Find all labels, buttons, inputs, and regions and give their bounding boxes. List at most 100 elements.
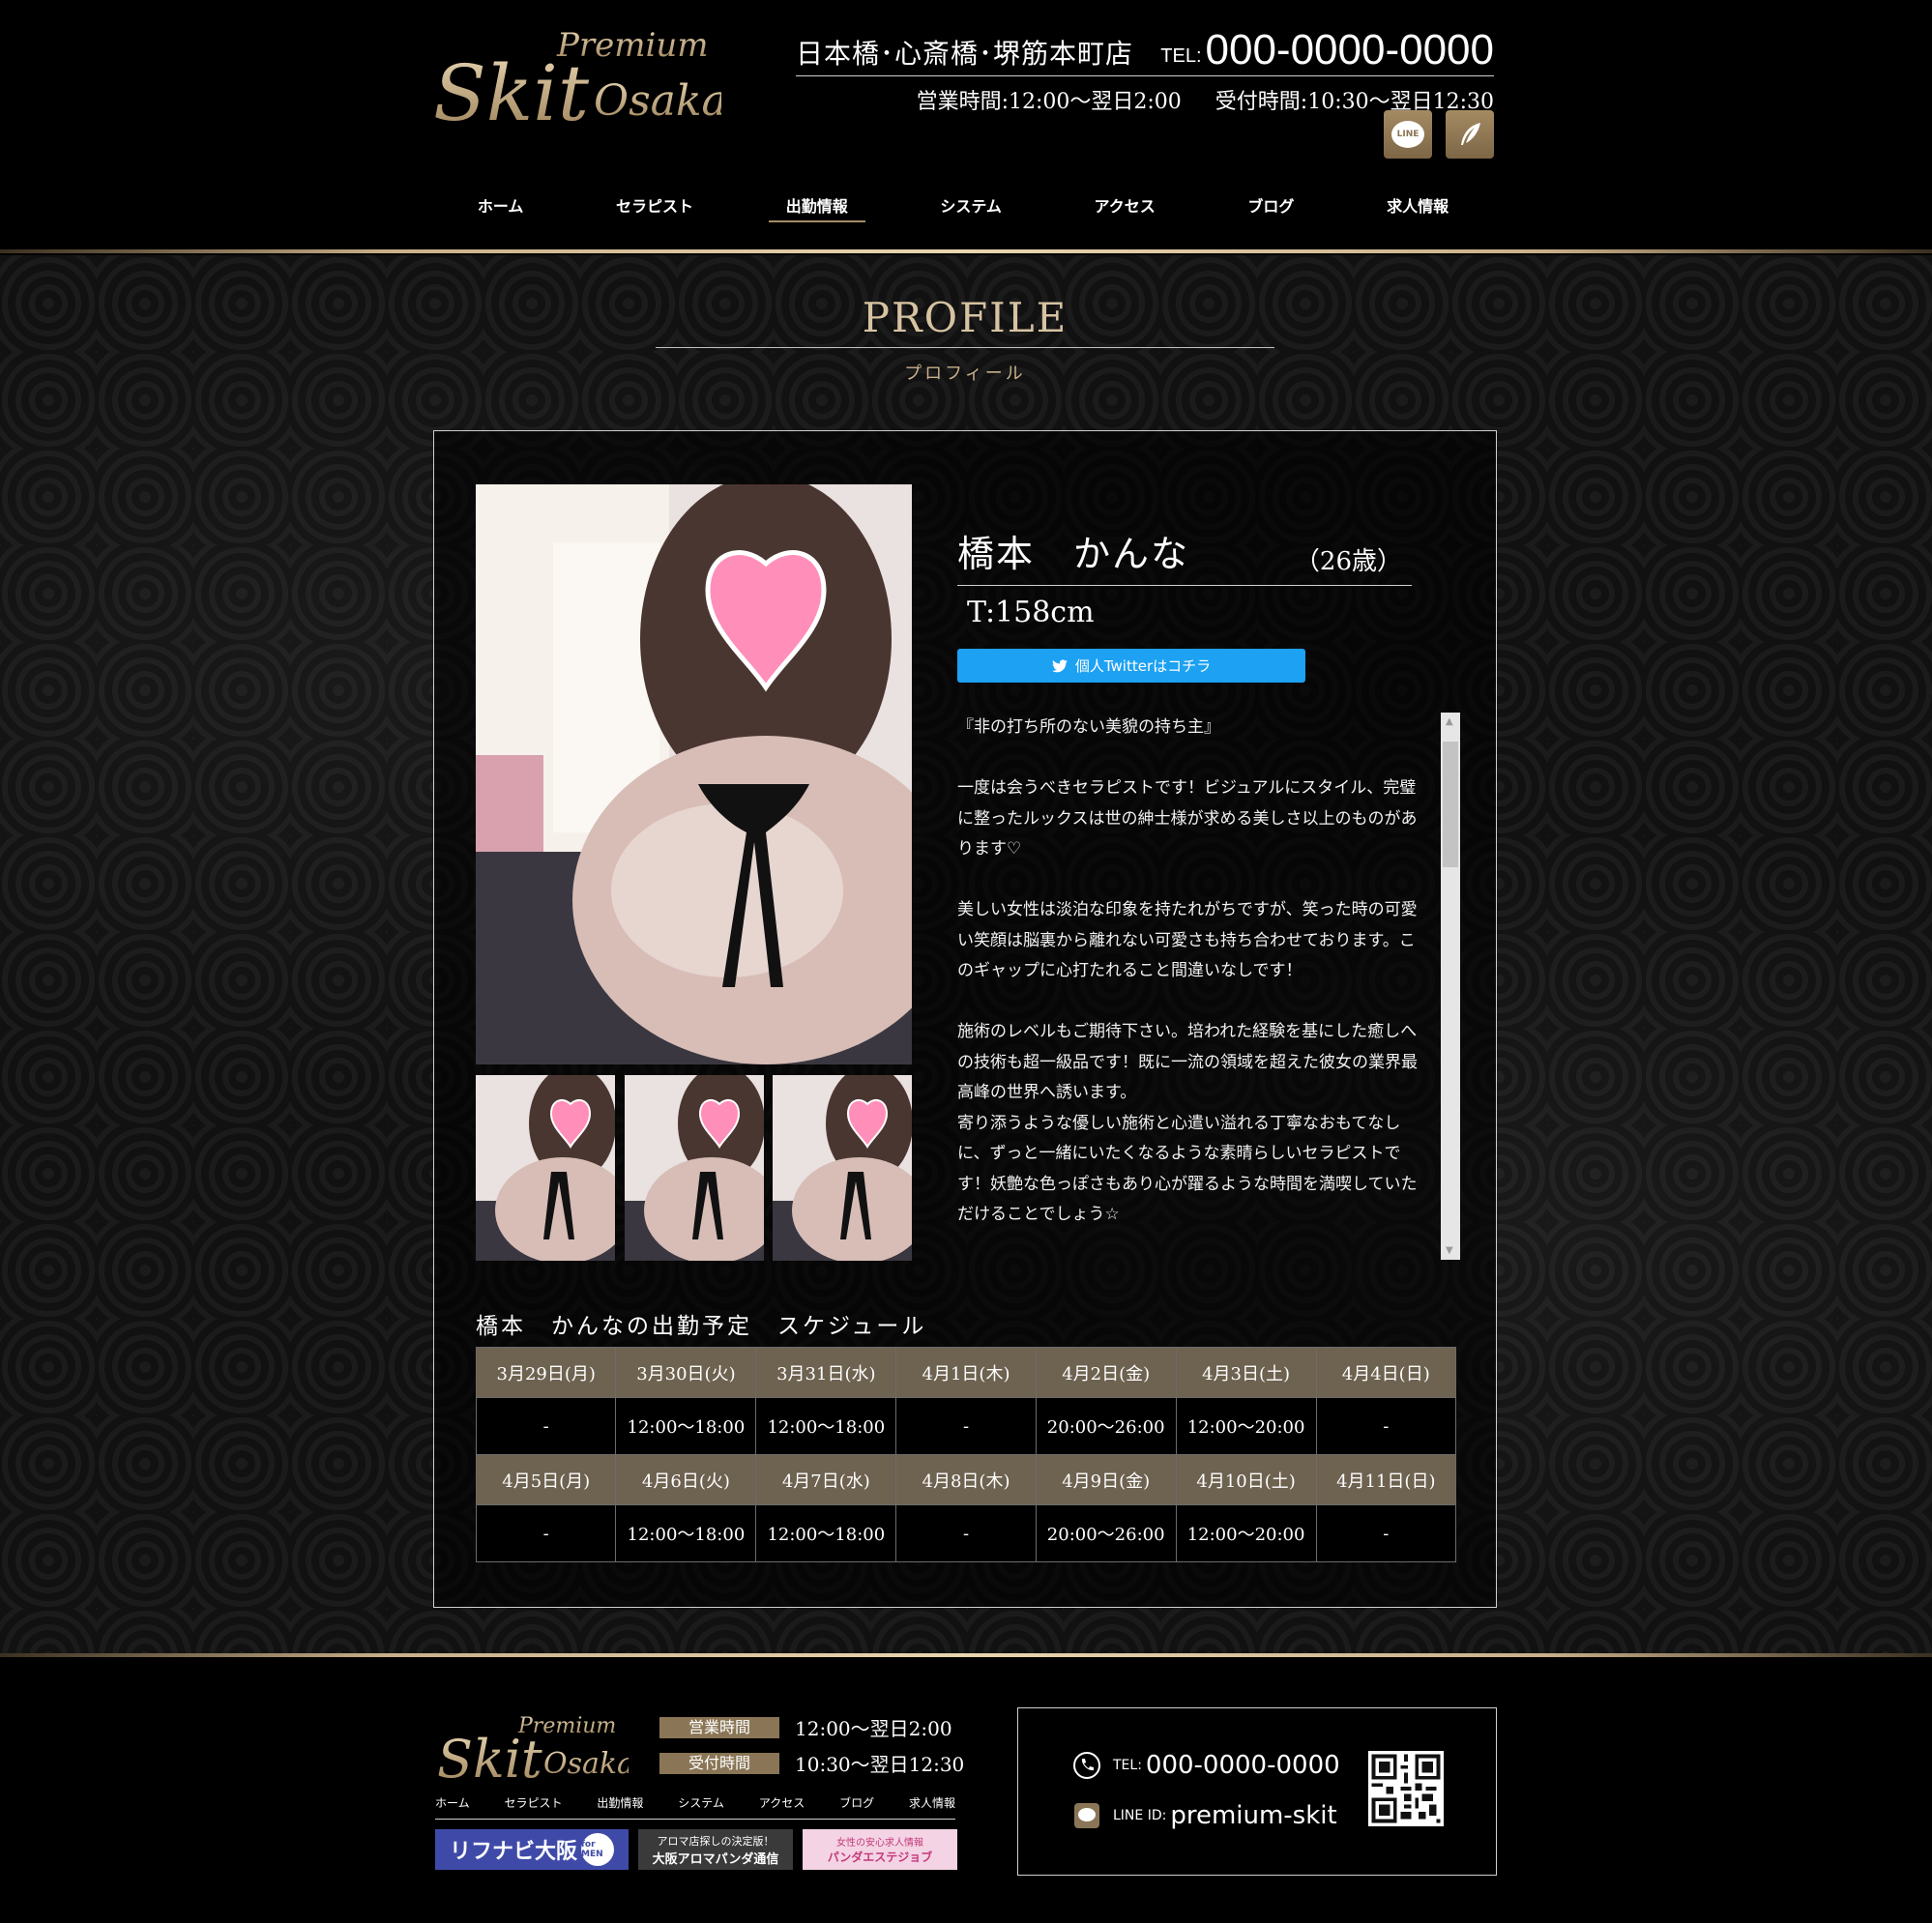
footer-nav-recruit[interactable]: 求人情報: [909, 1794, 955, 1811]
contact-line-label: LINE ID:: [1113, 1808, 1167, 1823]
aroma-panda-banner[interactable]: アロマ店探しの決定版！ 大阪アロマパンダ通信: [638, 1829, 793, 1870]
footer-nav-home[interactable]: ホーム: [435, 1794, 470, 1811]
date-cell: 4月5日(月): [475, 1454, 617, 1505]
time-cell: -: [895, 1504, 1037, 1562]
thumbnail-2[interactable]: [624, 1075, 764, 1261]
logo-osaka-text: Osaka: [594, 76, 721, 126]
tel-number[interactable]: 000-0000-0000: [1206, 29, 1494, 72]
date-cell: 4月6日(火): [615, 1454, 757, 1505]
nav-blog[interactable]: ブログ: [1230, 189, 1311, 222]
date-cell: 4月2日(金): [1035, 1347, 1177, 1398]
site-logo[interactable]: Premium Skit Osaka: [431, 23, 727, 138]
footer-logo-skit: Skit: [437, 1729, 542, 1785]
time-cell: -: [1315, 1504, 1457, 1562]
thumbnail-image: [476, 1075, 615, 1261]
contact-phone[interactable]: TEL: 000-0000-0000: [1072, 1751, 1340, 1780]
footer-hours: 営業時間 12:00～翌日2:00 受付時間 10:30～翌日12:30: [659, 1713, 964, 1785]
therapist-age: （26歳）: [1294, 547, 1402, 576]
contact-box: TEL: 000-0000-0000 LINE ID: premium-skit: [1017, 1707, 1497, 1876]
description-scrollbar[interactable]: ▲ ▼: [1441, 713, 1460, 1260]
section-title-jp: プロフィール: [904, 364, 1026, 384]
line-button[interactable]: LINE: [1384, 110, 1432, 159]
date-cell: 4月4日(日): [1315, 1347, 1457, 1398]
nav-therapist[interactable]: セラピスト: [599, 189, 711, 222]
profile-card: 橋本 かんな （26歳） T:158cm 個人Twitterはコチラ 『非の打ち…: [433, 430, 1497, 1608]
footer-hours-value: 12:00～翌日2:00: [795, 1717, 952, 1740]
site-footer: Premium Skit Osaka 営業時間 12:00～翌日2:00 受付時…: [0, 1659, 1932, 1923]
footer-reception-label: 受付時間: [659, 1752, 779, 1774]
footer-nav-access[interactable]: アクセス: [759, 1794, 805, 1811]
footer-nav-blog[interactable]: ブログ: [839, 1794, 874, 1811]
tel-label: TEL:: [1160, 45, 1202, 67]
header-phone[interactable]: TEL: 000-0000-0000: [1160, 29, 1494, 72]
contact-line-id[interactable]: premium-skit: [1170, 1801, 1336, 1830]
header-info: 日本橋･心斎橋･堺筋本町店 TEL: 000-0000-0000 営業時間:12…: [796, 29, 1494, 159]
time-cell: 20:00～26:00: [1035, 1397, 1177, 1455]
profile-main-photo[interactable]: [476, 484, 912, 1064]
profile-info: 橋本 かんな （26歳） T:158cm: [957, 524, 1412, 629]
scroll-up-icon[interactable]: ▲: [1446, 716, 1453, 727]
therapist-description: 『非の打ち所のない美貌の持ち主』 一度は会うべきセラピストです！ビジュアルにスタ…: [957, 717, 1418, 1224]
scrollbar-thumb[interactable]: [1443, 742, 1458, 867]
schedule-time-row: - 12:00～18:00 12:00～18:00 - 20:00～26:00 …: [475, 1397, 1457, 1455]
nav-recruit[interactable]: 求人情報: [1369, 189, 1466, 222]
footer-logo-osaka: Osaka: [543, 1747, 629, 1781]
twitter-button[interactable]: 個人Twitterはコチラ: [957, 649, 1305, 683]
thumbnail-image: [773, 1075, 912, 1261]
footer-logo[interactable]: Premium Skit Osaka: [435, 1707, 634, 1790]
schedule-table: 3月29日(月) 3月30日(火) 3月31日(水) 4月1日(木) 4月2日(…: [475, 1347, 1457, 1562]
footer-nav: ホーム セラピスト 出勤情報 システム アクセス ブログ 求人情報: [435, 1794, 955, 1820]
date-cell: 4月9日(金): [1035, 1454, 1177, 1505]
footer-nav-system[interactable]: システム: [678, 1794, 724, 1811]
time-cell: 12:00～20:00: [1175, 1397, 1317, 1455]
refnavi-badge: for MEN: [581, 1833, 614, 1866]
contact-line[interactable]: LINE ID: premium-skit: [1072, 1801, 1337, 1830]
date-cell: 4月11日(日): [1315, 1454, 1457, 1505]
thumbnail-1[interactable]: [476, 1075, 615, 1261]
main-nav: ホーム セラピスト 出勤情報 システム アクセス ブログ 求人情報: [431, 189, 1495, 222]
time-cell: -: [895, 1397, 1037, 1455]
thumbnail-3[interactable]: [773, 1075, 912, 1261]
blog-button[interactable]: [1446, 110, 1494, 159]
panda-job-line1: 女性の安心求人情報: [836, 1838, 923, 1849]
time-cell: -: [475, 1397, 617, 1455]
panda-esthe-job-banner[interactable]: 女性の安心求人情報 パンダエステジョブ: [803, 1829, 957, 1870]
date-cell: 4月10日(土): [1175, 1454, 1317, 1505]
sns-links: LINE: [1384, 110, 1494, 159]
nav-schedule[interactable]: 出勤情報: [768, 189, 865, 222]
qr-code: [1368, 1751, 1444, 1826]
footer-nav-therapist[interactable]: セラピスト: [505, 1794, 563, 1811]
schedule-time-row: - 12:00～18:00 12:00～18:00 - 20:00～26:00 …: [475, 1504, 1457, 1562]
twitter-icon: [1051, 658, 1068, 672]
aroma-panda-line2: 大阪アロマパンダ通信: [652, 1851, 779, 1867]
logo-graphic: Premium Skit Osaka: [433, 26, 727, 138]
description-box[interactable]: 『非の打ち所のない美貌の持ち主』 一度は会うべきセラピストです！ビジュアルにスタ…: [957, 713, 1460, 1260]
footer-nav-schedule[interactable]: 出勤情報: [597, 1794, 643, 1811]
section-title-en: PROFILE: [656, 294, 1274, 348]
phone-icon: [1072, 1751, 1101, 1780]
date-cell: 3月29日(月): [475, 1347, 617, 1398]
main-content: PROFILE プロフィール 橋本 かんな （26歳） T:158cm 個人Tw…: [0, 255, 1932, 1653]
therapist-height: T:158cm: [967, 596, 1095, 629]
date-cell: 4月3日(土): [1175, 1347, 1317, 1398]
therapist-name: 橋本 かんな: [957, 533, 1190, 575]
footer-divider: [0, 1653, 1932, 1657]
date-cell: 4月8日(木): [895, 1454, 1037, 1505]
time-cell: 12:00～18:00: [755, 1504, 897, 1562]
line-icon: LINE: [1391, 121, 1424, 148]
aroma-panda-line1: アロマ店探しの決定版！: [657, 1834, 775, 1848]
time-cell: 20:00～26:00: [1035, 1504, 1177, 1562]
time-cell: -: [475, 1504, 617, 1562]
refnavi-banner[interactable]: リフナビ大阪 for MEN: [435, 1829, 629, 1870]
time-cell: 12:00～18:00: [615, 1504, 757, 1562]
time-cell: -: [1315, 1397, 1457, 1455]
nav-system[interactable]: システム: [922, 189, 1019, 222]
contact-tel[interactable]: 000-0000-0000: [1146, 1751, 1340, 1780]
scroll-down-icon[interactable]: ▼: [1446, 1245, 1453, 1256]
schedule-title: 橋本 かんなの出勤予定 スケジュール: [476, 1314, 927, 1339]
nav-home[interactable]: ホーム: [460, 189, 542, 222]
photo-image: [476, 484, 912, 1064]
footer-logo-graphic: Premium Skit Osaka: [437, 1714, 634, 1790]
nav-access[interactable]: アクセス: [1077, 189, 1173, 222]
time-cell: 12:00～18:00: [615, 1397, 757, 1455]
